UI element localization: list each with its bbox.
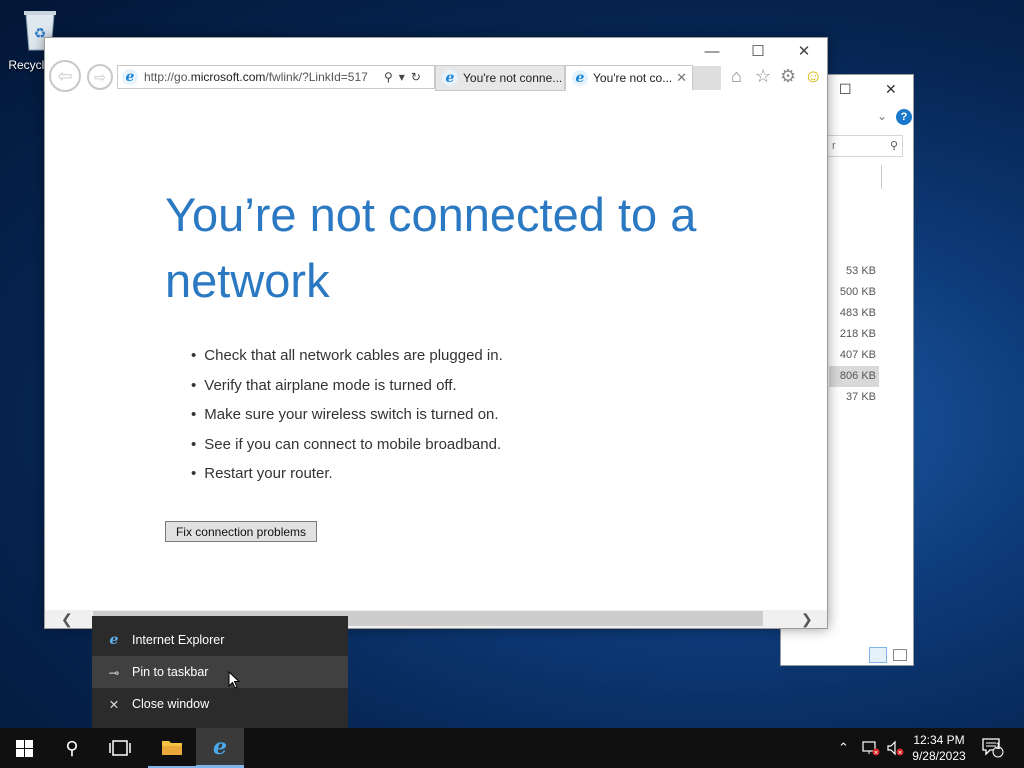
address-url[interactable]: http://go.microsoft.com/fwlink/?LinkId=5… bbox=[144, 70, 378, 84]
address-bar[interactable]: e http://go.microsoft.com/fwlink/?LinkId… bbox=[117, 65, 435, 89]
mouse-cursor-icon bbox=[228, 670, 241, 689]
url-domain: microsoft.com bbox=[190, 70, 266, 84]
start-button[interactable] bbox=[0, 728, 48, 768]
ie-tab-icon: e bbox=[572, 70, 588, 86]
windows-logo-icon bbox=[15, 739, 33, 757]
help-icon[interactable]: ? bbox=[896, 109, 912, 125]
file-size: 53 KB bbox=[846, 265, 876, 277]
chevron-up-icon: ⌃ bbox=[838, 740, 849, 755]
system-clock[interactable]: 12:34 PM 9/28/2023 bbox=[908, 732, 970, 764]
jumplist-item-internet-explorer[interactable]: e Internet Explorer bbox=[92, 624, 348, 656]
volume-button[interactable]: ✕ bbox=[886, 728, 904, 768]
network-disconnected-icon: ✕ bbox=[862, 741, 880, 757]
ie-page-icon: e bbox=[122, 69, 138, 85]
file-size: 500 KB bbox=[839, 286, 876, 298]
scroll-left-icon[interactable]: ❮ bbox=[61, 610, 73, 628]
pin-icon: ⊸ bbox=[108, 665, 120, 680]
task-view-button[interactable] bbox=[96, 728, 144, 768]
file-size: 37 KB bbox=[846, 391, 876, 403]
fix-connection-button[interactable]: Fix connection problems bbox=[165, 521, 317, 542]
tab-title: You're not conne... bbox=[463, 71, 563, 85]
internet-explorer-taskbar-button[interactable]: e bbox=[196, 728, 244, 768]
taskbar: ⚲ e ⌃ ✕ ✕ 12:34 PM 9/28/2023 1 bbox=[0, 728, 1024, 768]
action-center-button[interactable]: 1 bbox=[982, 728, 1004, 768]
close-icon: ✕ bbox=[108, 697, 120, 712]
tab-1[interactable]: e You're not conne... bbox=[435, 65, 565, 91]
back-arrow-icon: ⇦ bbox=[57, 66, 73, 86]
search-input[interactable]: r ⚲ bbox=[827, 135, 903, 157]
search-icon: ⚲ bbox=[889, 140, 898, 152]
tab-2[interactable]: e You're not co... ✕ bbox=[565, 65, 693, 91]
page-content: You’re not connected to a network Check … bbox=[45, 98, 827, 613]
close-button[interactable]: ✕ bbox=[781, 38, 827, 66]
jumplist-item-close-window[interactable]: ✕ Close window bbox=[92, 688, 348, 720]
back-button[interactable]: ⇦ bbox=[49, 60, 81, 92]
internet-explorer-window[interactable]: — ☐ ✕ ⇦ ⇨ e http://go.microsoft.com/fwli… bbox=[44, 37, 828, 629]
settings-gear-icon[interactable]: ⚙ bbox=[780, 66, 796, 87]
window-controls: — ☐ ✕ bbox=[689, 38, 827, 66]
close-tab-icon[interactable]: ✕ bbox=[676, 70, 687, 86]
search-button[interactable]: ⚲ bbox=[48, 728, 96, 768]
ie-tab-icon: e bbox=[442, 70, 458, 86]
details-view-icon[interactable] bbox=[869, 647, 887, 663]
search-icon: ⚲ bbox=[65, 737, 79, 758]
svg-text:✕: ✕ bbox=[897, 751, 902, 757]
page-title: You’re not connected to a network bbox=[165, 188, 697, 307]
jumplist-label: Internet Explorer bbox=[132, 633, 225, 647]
troubleshooting-list: Check that all network cables are plugge… bbox=[191, 341, 503, 489]
file-size: 218 KB bbox=[839, 328, 876, 340]
feedback-smiley-icon[interactable]: ☺ bbox=[804, 66, 822, 87]
file-size: 407 KB bbox=[839, 349, 876, 361]
list-item: Make sure your wireless switch is turned… bbox=[191, 400, 503, 430]
home-icon[interactable]: ⌂ bbox=[731, 66, 742, 87]
search-placeholder: r bbox=[832, 140, 836, 152]
network-status-button[interactable]: ✕ bbox=[862, 728, 880, 768]
tab-title: You're not co... bbox=[593, 71, 673, 85]
chevron-down-icon[interactable]: ⌄ bbox=[877, 109, 887, 123]
internet-explorer-icon: e bbox=[109, 632, 119, 648]
clock-date: 9/28/2023 bbox=[912, 749, 966, 763]
jumplist-label: Close window bbox=[132, 697, 210, 711]
svg-text:✕: ✕ bbox=[873, 751, 878, 757]
jumplist-label: Pin to taskbar bbox=[132, 665, 209, 679]
taskbar-jump-list: e Internet Explorer ⊸ Pin to taskbar ✕ C… bbox=[92, 616, 348, 728]
jumplist-item-pin-to-taskbar[interactable]: ⊸ Pin to taskbar bbox=[92, 656, 348, 688]
new-tab-button[interactable] bbox=[693, 66, 721, 90]
maximize-button[interactable]: ☐ bbox=[839, 81, 852, 98]
large-icons-view-icon[interactable] bbox=[893, 649, 907, 661]
internet-explorer-icon: e bbox=[213, 733, 227, 760]
list-item: See if you can connect to mobile broadba… bbox=[191, 430, 503, 460]
task-view-icon bbox=[109, 740, 131, 756]
close-button[interactable]: ✕ bbox=[885, 81, 897, 98]
maximize-button[interactable]: ☐ bbox=[735, 38, 781, 66]
file-size-selected[interactable]: 806 KB bbox=[829, 366, 879, 387]
volume-muted-icon: ✕ bbox=[887, 740, 904, 757]
file-size: 483 KB bbox=[839, 307, 876, 319]
file-explorer-taskbar-button[interactable] bbox=[148, 728, 196, 768]
url-prefix: http://go. bbox=[144, 70, 191, 84]
search-icon[interactable]: ⚲ bbox=[384, 70, 393, 84]
notification-count: 1 bbox=[995, 741, 1001, 751]
file-size-column: 53 KB 500 KB 483 KB 218 KB 407 KB 806 KB… bbox=[829, 261, 879, 408]
column-divider bbox=[881, 165, 882, 189]
folder-icon bbox=[162, 741, 182, 755]
forward-arrow-icon: ⇨ bbox=[94, 69, 106, 85]
minimize-button[interactable]: — bbox=[689, 38, 735, 66]
forward-button[interactable]: ⇨ bbox=[87, 64, 113, 90]
refresh-icon[interactable]: ↻ bbox=[411, 70, 421, 84]
clock-time: 12:34 PM bbox=[913, 733, 965, 747]
url-path: /fwlink/?LinkId=517 bbox=[265, 70, 368, 84]
dropdown-arrow-icon[interactable]: ▾ bbox=[399, 70, 405, 84]
list-item: Verify that airplane mode is turned off. bbox=[191, 371, 503, 401]
show-hidden-icons-button[interactable]: ⌃ bbox=[838, 728, 849, 768]
list-item: Check that all network cables are plugge… bbox=[191, 341, 503, 371]
favorites-star-icon[interactable]: ☆ bbox=[755, 66, 771, 87]
scroll-right-icon[interactable]: ❯ bbox=[801, 610, 813, 628]
list-item: Restart your router. bbox=[191, 459, 503, 489]
